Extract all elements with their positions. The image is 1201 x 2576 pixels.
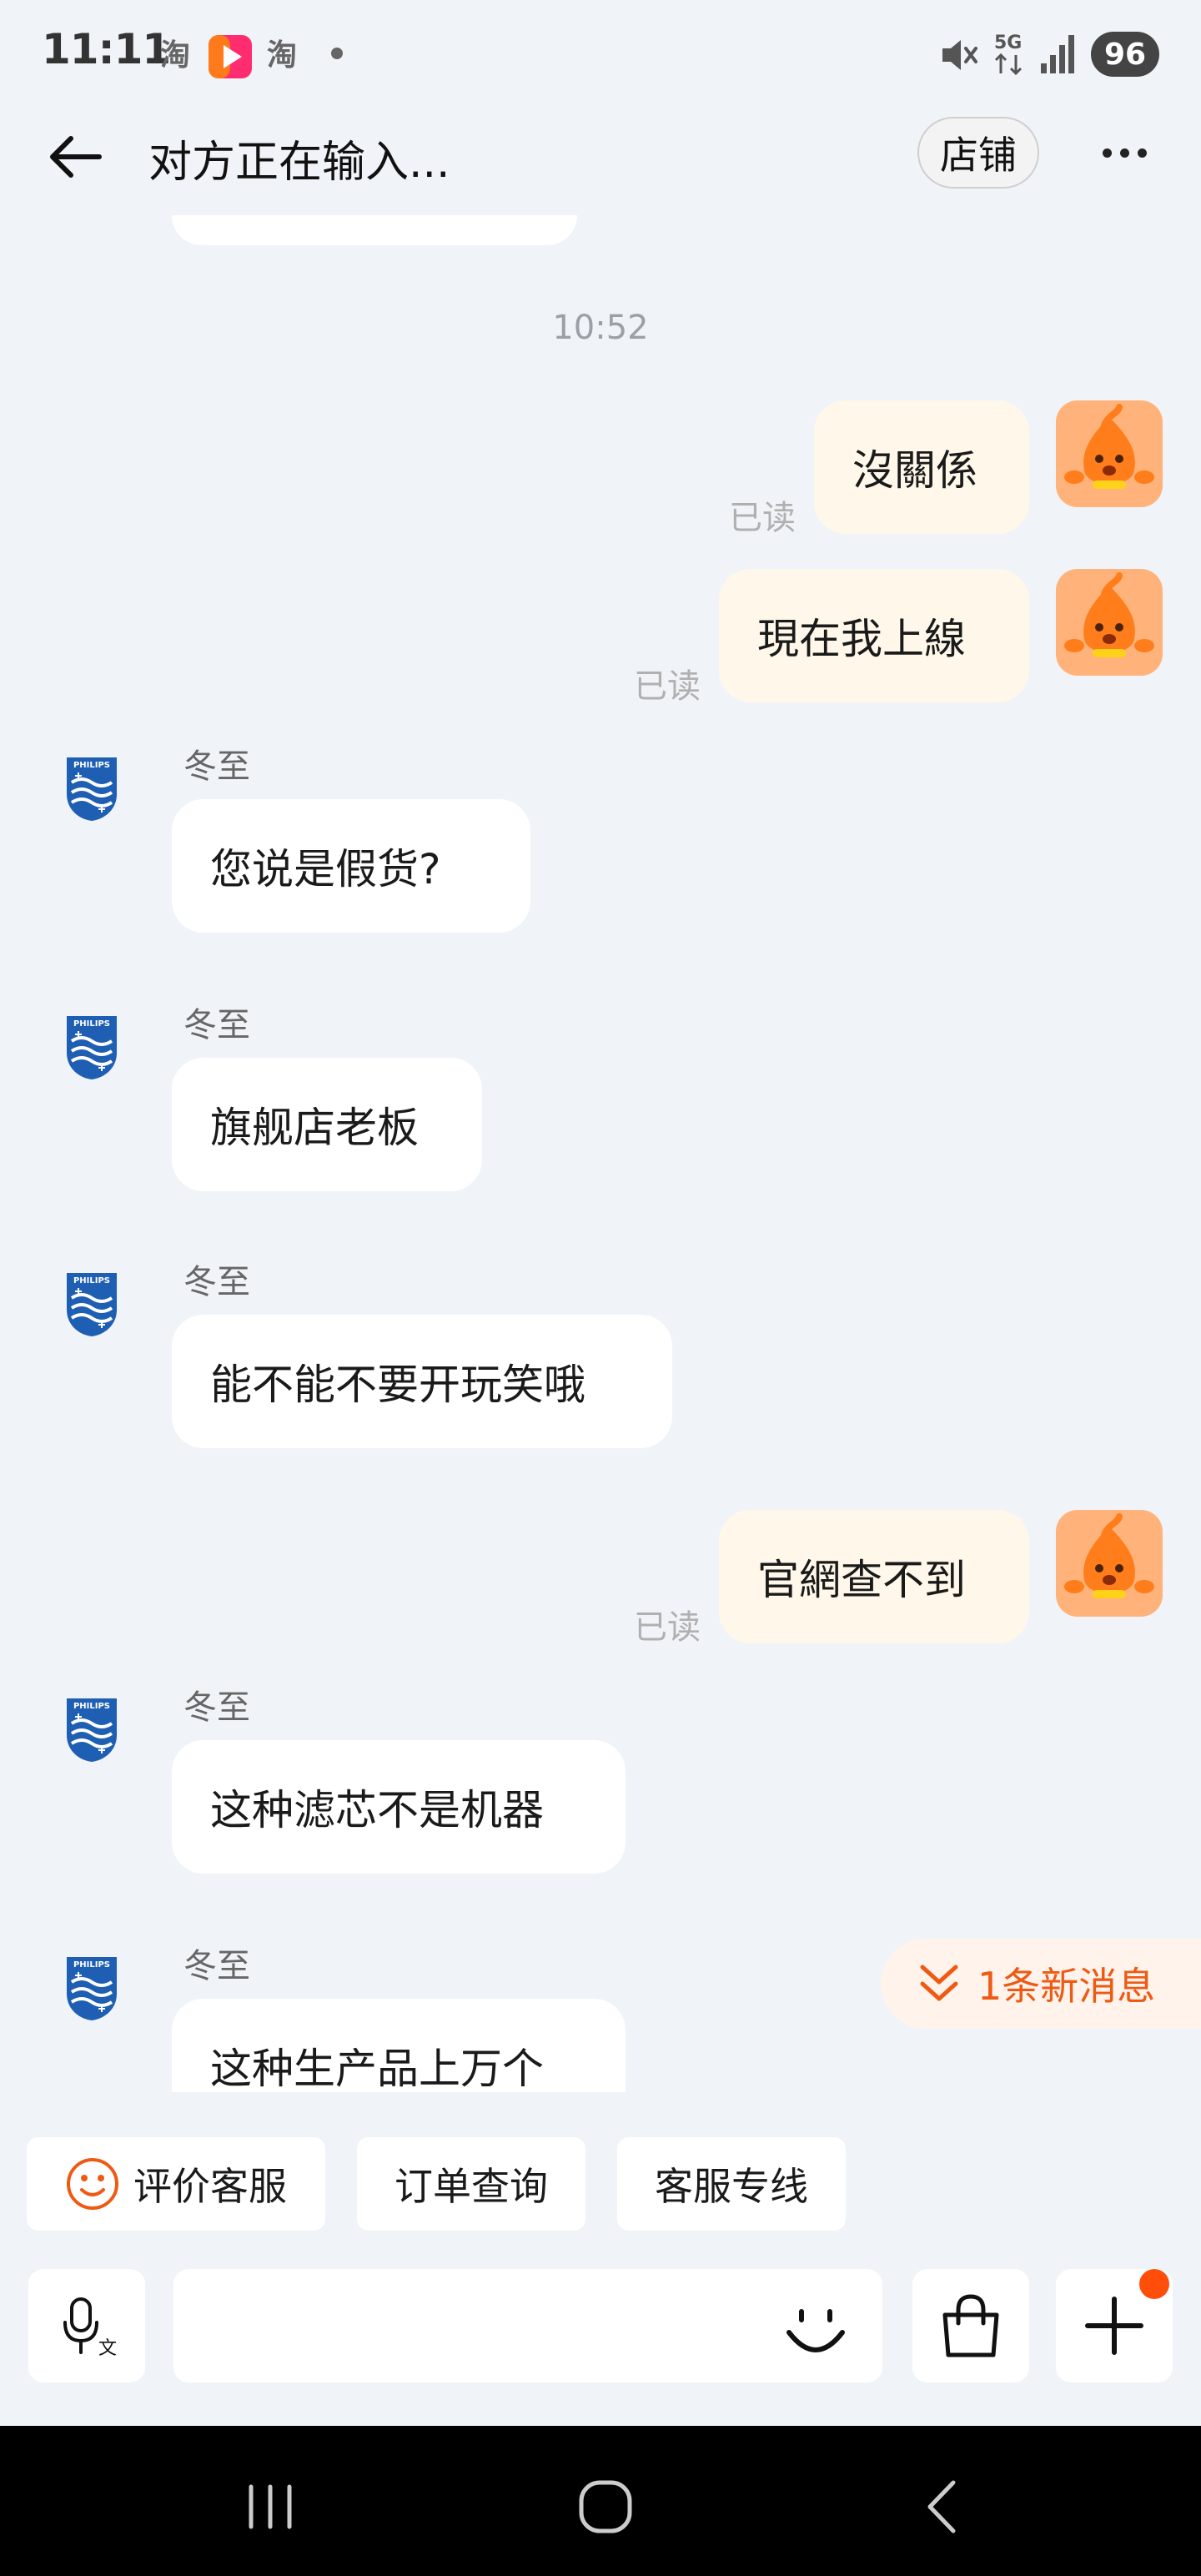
sender-name: 冬至 [183, 1263, 250, 1301]
video-app-icon [209, 35, 252, 78]
message-bubble-shop[interactable]: 您说是假货? [172, 799, 530, 933]
svg-text:PHILIPS: PHILIPS [73, 1276, 110, 1285]
signal-icon [1041, 35, 1074, 73]
shop-avatar[interactable]: PHILIPS [63, 1954, 120, 2022]
battery-level: 96 [1091, 32, 1159, 77]
message-bubble-shop[interactable]: 能不能不要开玩笑哦 [172, 1315, 672, 1448]
arrow-left-icon [50, 136, 102, 178]
smiley-icon [67, 2158, 118, 2210]
message-bubble-self[interactable]: 官網查不到 [719, 1510, 1029, 1643]
user-avatar[interactable] [1056, 569, 1163, 676]
svg-text:淘: 淘 [267, 38, 297, 72]
philips-shield-icon: PHILIPS [67, 757, 117, 821]
more-dot [1119, 148, 1129, 158]
read-receipt: 已读 [729, 499, 796, 537]
more-options-button[interactable] [1084, 125, 1164, 180]
philips-shield-icon: PHILIPS [67, 1016, 117, 1079]
taobao-icon: 淘 [267, 38, 297, 72]
shop-avatar[interactable]: PHILIPS [63, 1013, 120, 1081]
new-messages-label: 1条新消息 [977, 1964, 1156, 2009]
sender-name: 冬至 [183, 1006, 250, 1044]
previous-message-bubble [172, 215, 577, 245]
sender-name: 冬至 [183, 1947, 250, 1985]
network-label: 5G [994, 33, 1022, 53]
mascot-avatar-icon [1056, 569, 1163, 676]
shop-avatar[interactable]: PHILIPS [63, 1270, 120, 1338]
sender-name: 冬至 [183, 747, 250, 786]
chat-message-list[interactable]: 10:52 已读 沒關係 已读 現在我上線 PHILIPS 冬至 您说是假货? … [0, 215, 1201, 2092]
user-avatar[interactable] [1056, 1510, 1163, 1617]
shopping-bag-icon [942, 2294, 999, 2357]
5g-network-icon: 5G [994, 33, 1022, 76]
home-icon [579, 2480, 632, 2533]
emoji-icon [786, 2309, 845, 2352]
emoji-button[interactable] [776, 2289, 856, 2369]
new-messages-button[interactable]: 1条新消息 [881, 1939, 1201, 2029]
svg-text:PHILIPS: PHILIPS [73, 1019, 110, 1029]
recent-apps-button[interactable] [220, 2469, 320, 2544]
message-bubble-shop[interactable]: 旗舰店老板 [172, 1058, 482, 1191]
read-receipt: 已读 [634, 1608, 701, 1647]
order-query-button[interactable]: 订单查询 [357, 2137, 585, 2231]
philips-shield-icon: PHILIPS [67, 1957, 117, 2020]
plus-icon [1085, 2297, 1143, 2355]
system-back-button[interactable] [892, 2469, 992, 2544]
service-hotline-button[interactable]: 客服专线 [617, 2137, 846, 2231]
chevron-left-icon [927, 2480, 956, 2533]
notification-dot-icon [331, 48, 343, 59]
notification-badge [1139, 2269, 1169, 2299]
store-button[interactable]: 店铺 [917, 117, 1039, 189]
more-dot [1137, 148, 1147, 158]
user-avatar[interactable] [1056, 400, 1163, 507]
shop-avatar[interactable]: PHILIPS [63, 754, 120, 823]
svg-text:PHILIPS: PHILIPS [73, 761, 110, 770]
message-bubble-shop[interactable]: 这种生产品上万个 [172, 1999, 626, 2092]
read-receipt: 已读 [634, 667, 701, 706]
philips-shield-icon: PHILIPS [67, 1698, 117, 1762]
svg-text:PHILIPS: PHILIPS [73, 1702, 110, 1711]
page-title: 对方正在输入... [148, 138, 450, 188]
taobao-icon: 淘 [160, 38, 190, 72]
shop-avatar[interactable]: PHILIPS [63, 1695, 120, 1763]
status-time: 11:11 [42, 25, 171, 73]
double-chevron-down-icon [920, 1965, 958, 2001]
mascot-avatar-icon [1056, 400, 1163, 507]
microphone-translate-icon: 文 [63, 2297, 117, 2359]
home-button[interactable] [555, 2469, 656, 2544]
more-dot [1102, 148, 1112, 158]
rate-service-button[interactable]: 评价客服 [27, 2137, 325, 2231]
svg-text:文: 文 [98, 2338, 117, 2359]
voice-input-button[interactable]: 文 [28, 2269, 145, 2382]
mute-icon [942, 40, 977, 70]
message-bubble-self[interactable]: 沒關係 [814, 400, 1029, 534]
philips-shield-icon: PHILIPS [67, 1273, 117, 1336]
message-bubble-self[interactable]: 現在我上線 [719, 569, 1029, 702]
shopping-bag-button[interactable] [912, 2269, 1029, 2382]
mascot-avatar-icon [1056, 1510, 1163, 1617]
sender-name: 冬至 [183, 1688, 250, 1727]
svg-text:PHILIPS: PHILIPS [73, 1960, 110, 1970]
recent-apps-icon [249, 2484, 292, 2529]
rate-service-label: 评价客服 [133, 2164, 287, 2209]
message-bubble-shop[interactable]: 这种滤芯不是机器 [172, 1740, 626, 1874]
message-timestamp: 10:52 [552, 309, 649, 347]
back-button[interactable] [43, 125, 107, 189]
svg-text:淘: 淘 [160, 38, 190, 72]
